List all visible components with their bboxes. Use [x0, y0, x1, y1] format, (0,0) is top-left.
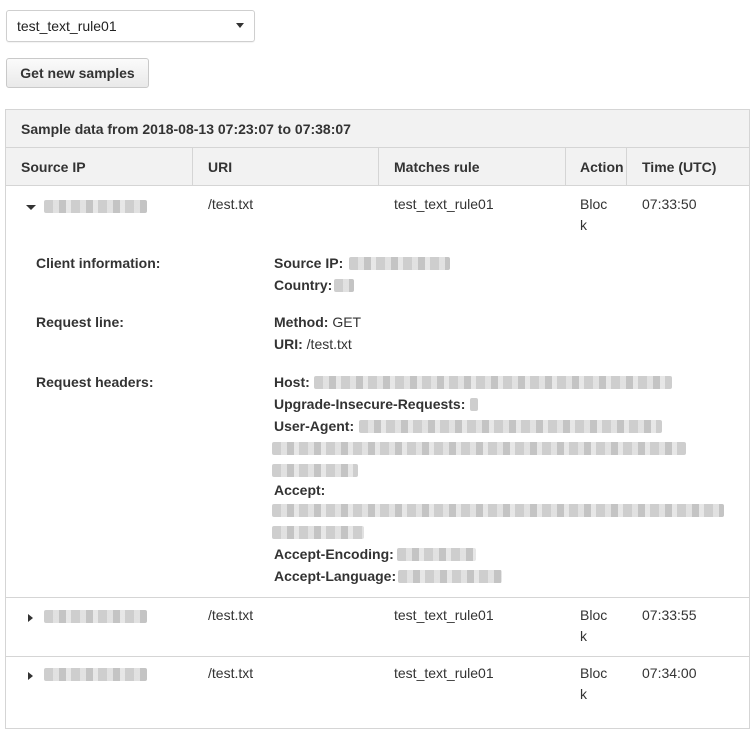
accept-encoding-field: Accept-Encoding:: [274, 546, 394, 562]
redacted-value: [334, 279, 354, 292]
row-rule-link[interactable]: test_text_rule01: [394, 194, 494, 215]
redacted-source-ip: [44, 610, 147, 623]
table-row: /test.txt test_text_rule01 Bloc k 07:34:0…: [6, 657, 749, 716]
col-matches-rule[interactable]: Matches rule: [394, 148, 480, 185]
expand-icon[interactable]: [28, 614, 33, 622]
col-time[interactable]: Time (UTC): [642, 148, 716, 185]
row-time: 07:33:50: [642, 196, 697, 212]
redacted-value: [359, 420, 662, 433]
source-ip-field: Source IP:: [274, 255, 344, 271]
redacted-value: [349, 257, 450, 270]
row-time: 07:33:55: [642, 607, 697, 623]
redacted-value: [397, 548, 476, 561]
table-row: /test.txt test_text_rule01 Bloc k 07:33:5…: [6, 598, 749, 657]
table-header: Source IP URI Matches rule Action Time (…: [6, 148, 749, 186]
table-row: /test.txt test_text_rule01 Bloc k 07:33:5…: [6, 186, 749, 598]
redacted-source-ip: [44, 668, 147, 681]
redacted-value: [272, 464, 358, 477]
row-rule-link[interactable]: test_text_rule01: [394, 605, 494, 626]
row-time: 07:34:00: [642, 665, 697, 681]
accept-field: Accept:: [274, 482, 326, 498]
redacted-value: [272, 442, 686, 455]
request-headers-label: Request headers:: [36, 374, 154, 390]
host-field: Host:: [274, 374, 310, 390]
panel-title: Sample data from 2018-08-13 07:23:07 to …: [6, 110, 749, 148]
row-action: Bloc k: [580, 196, 608, 233]
row-rule-link[interactable]: test_text_rule01: [394, 663, 494, 684]
row-uri: /test.txt: [208, 196, 254, 212]
collapse-icon[interactable]: [26, 205, 36, 210]
get-new-samples-button[interactable]: Get new samples: [6, 58, 149, 88]
redacted-value: [314, 376, 672, 389]
request-line-label: Request line:: [36, 314, 124, 330]
accept-language-field: Accept-Language:: [274, 568, 397, 584]
row-uri: /test.txt: [208, 607, 254, 623]
redacted-value: [398, 570, 502, 583]
row-uri: /test.txt: [208, 665, 254, 681]
redacted-value: [272, 526, 364, 539]
expand-icon[interactable]: [28, 672, 33, 680]
redacted-source-ip: [44, 200, 147, 213]
col-action[interactable]: Action: [580, 148, 624, 185]
rule-select-value: test_text_rule01: [17, 18, 117, 34]
col-source-ip[interactable]: Source IP: [21, 148, 86, 185]
row-action: Bloc k: [580, 607, 608, 644]
chevron-down-icon: [236, 23, 244, 28]
sample-data-panel: Sample data from 2018-08-13 07:23:07 to …: [5, 109, 750, 729]
user-agent-field: User-Agent:: [274, 418, 355, 434]
rule-select[interactable]: test_text_rule01: [6, 10, 255, 42]
upgrade-insecure-requests-field: Upgrade-Insecure-Requests:: [274, 396, 466, 412]
client-info-label: Client information:: [36, 255, 161, 271]
row-action: Bloc k: [580, 665, 608, 702]
redacted-value: [470, 398, 478, 411]
col-uri[interactable]: URI: [208, 148, 232, 185]
method-field: Method: GET: [274, 314, 362, 330]
uri-field: URI: /test.txt: [274, 336, 352, 352]
country-field: Country:: [274, 277, 333, 293]
redacted-value: [272, 504, 724, 517]
